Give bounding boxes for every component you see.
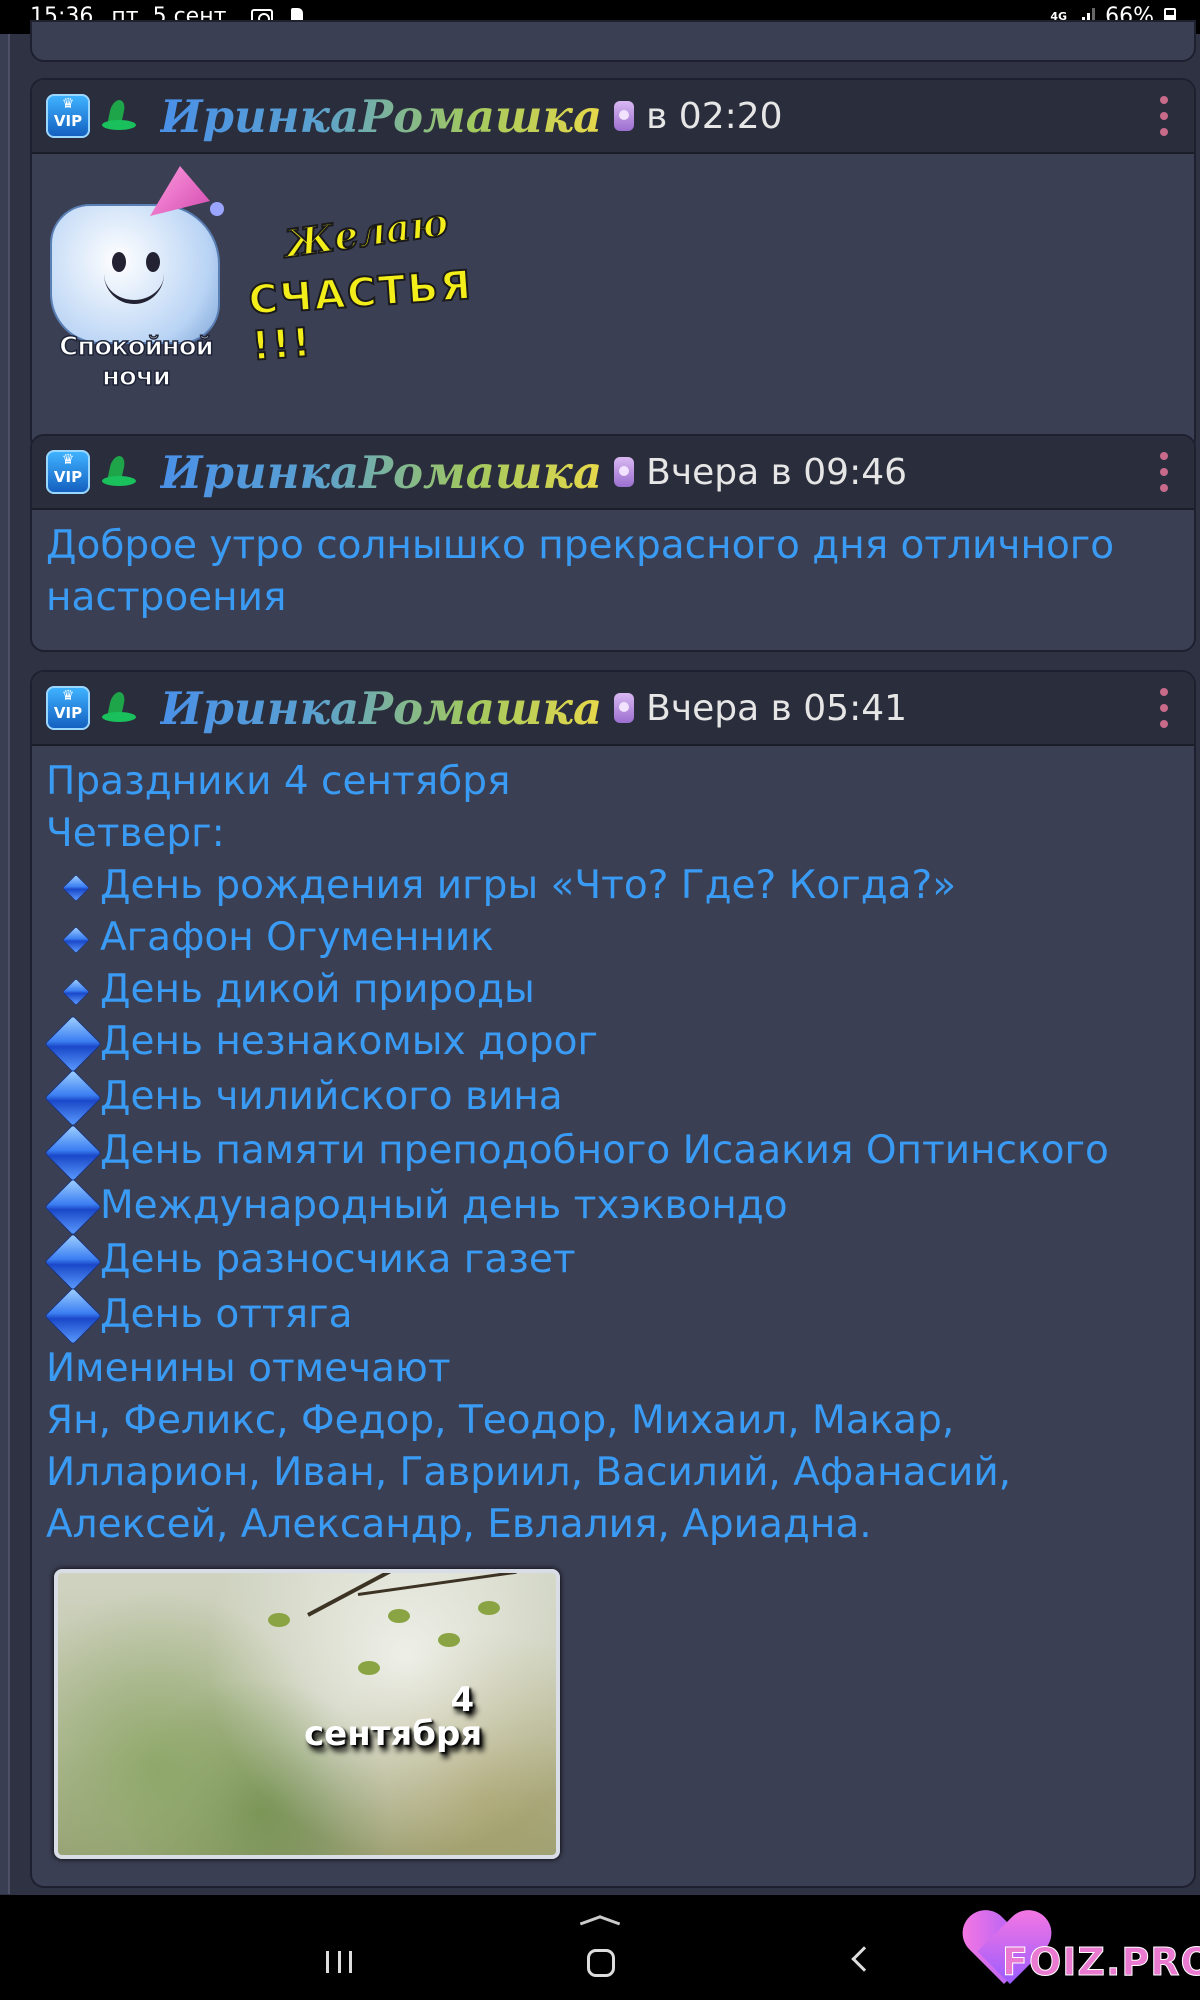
blue-diamond-icon (46, 1289, 100, 1343)
names-line: Илларион, Иван, Гавриил, Василий, Афанас… (46, 1450, 1012, 1495)
hat-icon (102, 98, 138, 134)
pillow-caption-1: Спокойной (58, 331, 214, 363)
blue-diamond-icon (46, 1071, 100, 1125)
image-caption: 4 сентября (304, 1680, 483, 1754)
home-button[interactable] (587, 1949, 615, 1977)
post-menu-button[interactable] (1156, 452, 1172, 492)
hat-icon (102, 454, 138, 490)
post-header: VIP ИринкаРомашка Вчера в 05:41 (32, 672, 1194, 746)
names-line: Алексей, Александр, Евлалия, Ариадна. (46, 1502, 872, 1547)
holiday-item: День памяти преподобного Исаакия Оптинск… (46, 1125, 1178, 1180)
wish-line-1: Желаю (281, 198, 452, 267)
blue-diamond-icon (46, 1180, 100, 1234)
username[interactable]: ИринкаРомашка (160, 90, 602, 143)
post-time: Вчера в 05:41 (646, 687, 908, 729)
vip-badge-icon: VIP (46, 450, 90, 494)
expand-handle-icon[interactable] (579, 1907, 619, 1927)
post-card: VIP ИринкаРомашка Вчера в 05:41 Праздник… (30, 670, 1196, 1888)
holiday-item: Международный день тхэквондо (46, 1180, 1178, 1235)
post-text: Доброе утро солнышко прекрасного дня отл… (46, 523, 1115, 620)
medal-icon (614, 101, 635, 131)
watermark-logo: FOIZ.PRO (958, 1912, 1200, 1998)
weekday: Четверг: (46, 811, 225, 856)
vip-badge-icon: VIP (46, 94, 90, 138)
post-header: VIP ИринкаРомашка в 02:20 (32, 80, 1194, 154)
holiday-item: День рождения игры «Что? Где? Когда?» (46, 860, 1178, 912)
holiday-item: День разносчика газет (46, 1234, 1178, 1289)
holiday-item: День незнакомых дорог (46, 1016, 1178, 1071)
post-header: VIP ИринкаРомашка Вчера в 09:46 (32, 436, 1194, 510)
wish-sticker: Желаю СЧАСТЬЯ !!! (246, 198, 480, 371)
hat-icon (102, 690, 138, 726)
blue-diamond-icon (46, 1126, 100, 1180)
post-menu-button[interactable] (1156, 688, 1172, 728)
holiday-item: День дикой природы (46, 964, 1178, 1016)
post-body: Праздники 4 сентября Четверг: День рожде… (32, 746, 1194, 1873)
blue-diamond-icon (46, 1017, 100, 1071)
holiday-item: Агафон Огуменник (46, 912, 1178, 964)
post-card: VIP ИринкаРомашка в 02:20 Спокойной ночи (30, 78, 1196, 452)
wish-line-2: СЧАСТЬЯ !!! (246, 261, 475, 370)
blue-diamond-icon (46, 1235, 100, 1289)
watermark-text: FOIZ.PRO (1002, 1940, 1200, 1985)
post-image[interactable]: 4 сентября (54, 1569, 560, 1859)
post-title: Праздники 4 сентября (46, 759, 511, 804)
vip-badge-icon: VIP (46, 686, 90, 730)
blue-diamond-icon (56, 972, 96, 1012)
back-button[interactable] (851, 1946, 877, 1972)
names-line: Ян, Феликс, Федор, Теодор, Михаил, Макар… (46, 1398, 955, 1443)
post-time: Вчера в 09:46 (646, 451, 908, 493)
holiday-item: День чилийского вина (46, 1071, 1178, 1126)
medal-icon (614, 457, 635, 487)
names-title: Именины отмечают (46, 1346, 451, 1391)
pillow-sticker: Спокойной ночи (42, 164, 238, 396)
username[interactable]: ИринкаРомашка (160, 682, 602, 735)
medal-icon (614, 693, 635, 723)
blue-diamond-icon (56, 920, 96, 960)
pillow-caption-2: ночи (101, 361, 171, 393)
post-body: Спокойной ночи Желаю СЧАСТЬЯ !!! (32, 154, 1194, 444)
recent-apps-button[interactable] (326, 1951, 352, 1973)
previous-post-edge (30, 20, 1196, 62)
thread-line (0, 34, 10, 1894)
username[interactable]: ИринкаРомашка (160, 446, 602, 499)
holiday-item: День оттяга (46, 1289, 1178, 1344)
post-time: в 02:20 (646, 95, 783, 137)
blue-diamond-icon (56, 868, 96, 908)
post-card: VIP ИринкаРомашка Вчера в 09:46 Доброе у… (30, 434, 1196, 652)
post-menu-button[interactable] (1156, 96, 1172, 136)
